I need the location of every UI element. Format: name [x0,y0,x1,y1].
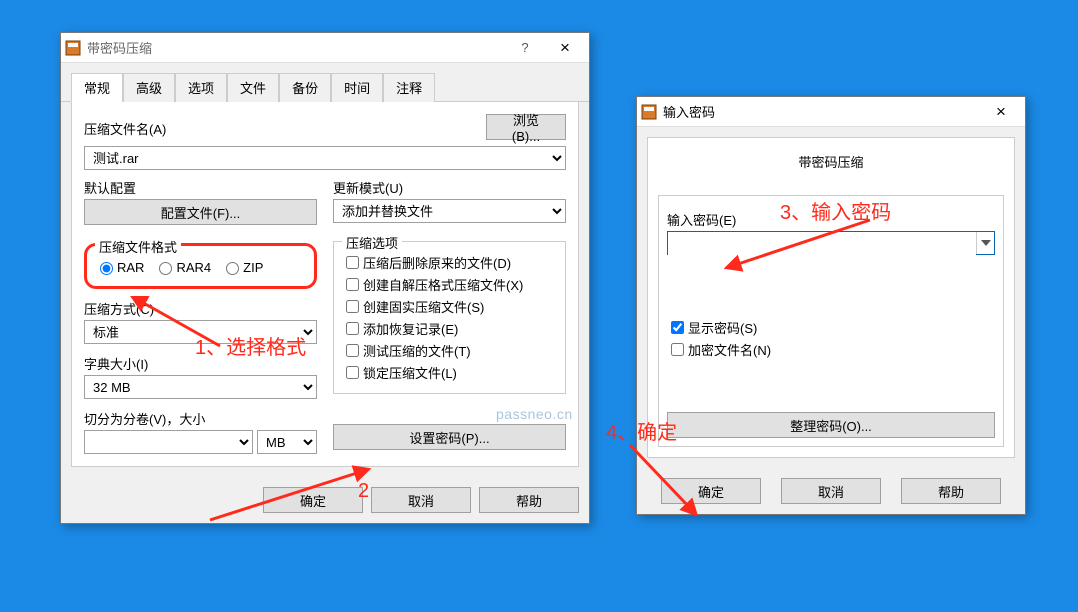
options-group: 压缩选项 压缩后删除原来的文件(D) 创建自解压格式压缩文件(X) 创建固实压缩… [333,241,566,394]
encrypt-names-check[interactable]: 加密文件名(N) [667,340,995,359]
profile-button[interactable]: 配置文件(F)... [84,199,317,225]
method-label: 压缩方式(C) [84,299,317,318]
dialog-footer: 确定 取消 帮助 [637,468,1025,514]
dict-label: 字典大小(I) [84,354,317,373]
radio-rar4[interactable]: RAR4 [154,259,211,275]
cancel-button[interactable]: 取消 [371,487,471,513]
tab-backup[interactable]: 备份 [279,73,331,102]
password-field[interactable] [668,232,976,256]
close-button[interactable]: × [545,34,585,62]
format-group-title: 压缩文件格式 [95,237,181,256]
window-title: 带密码压缩 [87,38,505,57]
titlebar: 带密码压缩 ? × [61,33,589,63]
tab-files[interactable]: 文件 [227,73,279,102]
password-group: 输入密码(E) 显示密码(S) 加密文件名(N) 整理密码(O)... [658,195,1004,447]
tab-bar: 常规 高级 选项 文件 备份 时间 注释 [61,63,589,102]
dialog-footer: 确定 取消 帮助 [61,477,589,523]
tab-advanced[interactable]: 高级 [123,73,175,102]
ok-button[interactable]: 确定 [263,487,363,513]
filename-input[interactable]: 测试.rar [84,146,566,170]
opt-delete[interactable]: 压缩后删除原来的文件(D) [342,253,557,272]
ok-button[interactable]: 确定 [661,478,761,504]
password-input[interactable] [667,231,995,255]
password-dialog: 输入密码 × 带密码压缩 输入密码(E) 显示密码(S) 加密文件名(N) 整理… [636,96,1026,515]
app-icon [641,104,657,120]
dict-select[interactable]: 32 MB [84,375,317,399]
show-password-check[interactable]: 显示密码(S) [667,318,995,337]
default-config-label: 默认配置 [84,178,317,197]
manage-passwords-button[interactable]: 整理密码(O)... [667,412,995,438]
update-label: 更新模式(U) [333,178,566,197]
tab-comment[interactable]: 注释 [383,73,435,102]
opt-test[interactable]: 测试压缩的文件(T) [342,341,557,360]
format-group: 压缩文件格式 RAR RAR4 ZIP [84,243,317,289]
radio-zip[interactable]: ZIP [221,259,263,275]
browse-button[interactable]: 浏览(B)... [486,114,566,140]
app-icon [65,40,81,56]
watermark: passneo.cn [496,406,573,422]
help-button-footer[interactable]: 帮助 [479,487,579,513]
opt-solid[interactable]: 创建固实压缩文件(S) [342,297,557,316]
radio-rar[interactable]: RAR [95,259,144,275]
titlebar: 输入密码 × [637,97,1025,127]
help-button[interactable]: ? [505,34,545,62]
password-label: 输入密码(E) [667,210,995,229]
split-size-input[interactable] [84,430,253,454]
tab-options[interactable]: 选项 [175,73,227,102]
set-password-button[interactable]: 设置密码(P)... [333,424,566,450]
split-label: 切分为分卷(V)，大小 [84,409,317,428]
opt-lock[interactable]: 锁定压缩文件(L) [342,363,557,382]
options-group-title: 压缩选项 [342,233,402,252]
filename-label: 压缩文件名(A) [84,119,478,138]
tab-time[interactable]: 时间 [331,73,383,102]
split-unit-select[interactable]: MB [257,430,317,454]
cancel-button[interactable]: 取消 [781,478,881,504]
compress-dialog: 带密码压缩 ? × 常规 高级 选项 文件 备份 时间 注释 压缩文件名(A) … [60,32,590,524]
dialog-header: 带密码压缩 [648,138,1014,185]
tab-general[interactable]: 常规 [71,73,123,102]
update-select[interactable]: 添加并替换文件 [333,199,566,223]
opt-sfx[interactable]: 创建自解压格式压缩文件(X) [342,275,557,294]
password-dropdown-icon[interactable] [976,232,994,254]
close-button[interactable]: × [981,98,1021,126]
help-button-footer[interactable]: 帮助 [901,478,1001,504]
window-title: 输入密码 [663,102,981,121]
method-select[interactable]: 标准 [84,320,317,344]
opt-recovery[interactable]: 添加恢复记录(E) [342,319,557,338]
